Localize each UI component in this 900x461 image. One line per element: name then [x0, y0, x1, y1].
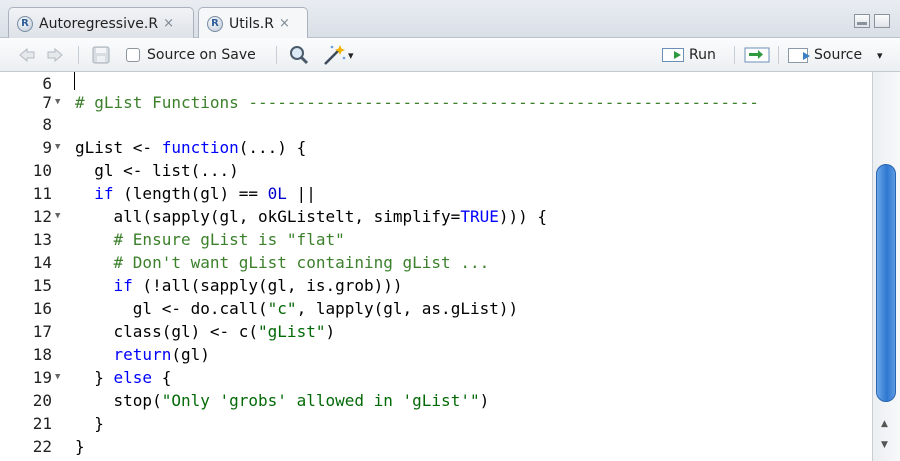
source-file-icon — [788, 47, 810, 63]
code-text: if (length(gl) == 0L || — [94, 184, 316, 203]
line-number: 13 — [32, 230, 52, 249]
code-text: stop("Only 'grobs' allowed in 'gList'") — [75, 391, 490, 410]
code-text: # gList Functions ----------------------… — [75, 93, 759, 112]
save-button[interactable] — [92, 38, 110, 72]
scrollbar-thumb[interactable] — [876, 164, 896, 402]
code-line: 11 if (length(gl) == 0L || — [0, 182, 872, 205]
code-text: # Ensure gList is "flat" — [113, 230, 345, 249]
code-line: 16 gl <- do.call("c", lapply(gl, as.gLis… — [0, 297, 872, 320]
code-text: } — [75, 414, 104, 433]
line-number: 8 — [42, 115, 52, 134]
code-text: return(gl) — [113, 345, 210, 364]
editor-tab-bar: R Autoregressive.R × R Utils.R × — [0, 0, 900, 39]
code-editor[interactable]: 6 7 ▼ # gList Functions ----------------… — [0, 72, 872, 461]
line-number: 9 — [42, 138, 52, 157]
code-line: 14 # Don't want gList containing gList .… — [0, 251, 872, 274]
minimize-pane-icon[interactable] — [854, 14, 870, 28]
code-line: 15 if (!all(sapply(gl, is.grob))) — [0, 274, 872, 297]
code-line: 19 ▼ } else { — [0, 366, 872, 389]
code-line: 13 # Ensure gList is "flat" — [0, 228, 872, 251]
code-tools-button[interactable]: ▾ — [322, 38, 354, 72]
pane-window-controls — [854, 14, 890, 28]
code-text: gList <- function(...) { — [75, 138, 307, 157]
code-text: all(sapply(gl, okGListelt, simplify=TRUE… — [75, 207, 548, 226]
rerun-button[interactable] — [744, 38, 770, 72]
code-text: } else { — [75, 368, 172, 387]
maximize-pane-icon[interactable] — [874, 14, 890, 28]
code-line: 7 ▼ # gList Functions ------------------… — [0, 91, 872, 114]
vertical-scrollbar[interactable]: ▲ ▼ — [872, 72, 900, 461]
line-number: 7 — [42, 93, 52, 112]
back-button[interactable] — [18, 38, 36, 72]
line-number: 18 — [32, 345, 52, 364]
code-text: gl <- do.call("c", lapply(gl, as.gList)) — [75, 299, 519, 318]
code-line: 9 ▼ gList <- function(...) { — [0, 136, 872, 159]
line-number: 12 — [32, 207, 52, 226]
line-number: 19 — [32, 368, 52, 387]
code-text: class(gl) <- c("gList") — [75, 322, 336, 341]
back-arrow-icon — [19, 47, 35, 63]
forward-button[interactable] — [46, 38, 64, 72]
code-line: 20 stop("Only 'grobs' allowed in 'gList'… — [0, 389, 872, 412]
chevron-down-icon: ▾ — [877, 48, 883, 62]
line-number: 20 — [32, 391, 52, 410]
fold-arrow-icon[interactable]: ▼ — [55, 136, 60, 159]
line-number: 14 — [32, 253, 52, 272]
line-number: 10 — [32, 161, 52, 180]
tab-label: Utils.R — [229, 15, 274, 32]
source-on-save-label: Source on Save — [147, 47, 256, 63]
text-cursor — [74, 72, 75, 90]
tab-label: Autoregressive.R — [39, 15, 159, 32]
magnifier-icon — [290, 46, 309, 65]
code-text: } — [75, 437, 85, 456]
code-text: if (!all(sapply(gl, is.grob))) — [113, 276, 403, 295]
run-button[interactable]: Run — [662, 38, 716, 72]
run-arrow-icon — [662, 48, 684, 62]
source-on-save-checkbox[interactable] — [126, 48, 140, 62]
rerun-icon — [744, 47, 770, 63]
run-label: Run — [689, 47, 716, 63]
magic-wand-icon — [324, 45, 346, 65]
r-file-icon: R — [207, 15, 223, 32]
code-line: 21 } — [0, 412, 872, 435]
save-disk-icon — [92, 46, 110, 64]
fold-arrow-icon[interactable]: ▼ — [55, 366, 60, 389]
tab-autoregressive-r[interactable]: R Autoregressive.R × — [8, 7, 194, 39]
code-line: 17 class(gl) <- c("gList") — [0, 320, 872, 343]
editor-toolbar: Source on Save ▾ Run Source ▾ — [0, 38, 900, 72]
fold-arrow-icon[interactable]: ▼ — [55, 205, 60, 228]
chevron-down-icon: ▾ — [348, 48, 354, 62]
find-replace-button[interactable] — [289, 38, 309, 72]
scroll-up-icon[interactable]: ▲ — [881, 419, 888, 429]
code-line: 22 } — [0, 435, 872, 458]
forward-arrow-icon — [47, 47, 63, 63]
line-number: 22 — [32, 437, 52, 456]
code-text: gl <- list(...) — [75, 161, 239, 180]
line-number: 11 — [32, 184, 52, 203]
code-line: 10 gl <- list(...) — [0, 159, 872, 182]
source-label: Source — [814, 47, 863, 63]
source-button[interactable]: Source — [788, 38, 862, 72]
r-file-icon: R — [17, 15, 33, 32]
line-number: 17 — [32, 322, 52, 341]
source-on-save-toggle[interactable]: Source on Save — [126, 38, 256, 72]
close-icon[interactable]: × — [163, 16, 174, 31]
scroll-down-icon[interactable]: ▼ — [881, 440, 888, 450]
line-number: 21 — [32, 414, 52, 433]
close-icon[interactable]: × — [279, 16, 290, 31]
code-text: # Don't want gList containing gList ... — [113, 253, 490, 272]
code-line: 12 ▼ all(sapply(gl, okGListelt, simplify… — [0, 205, 872, 228]
line-number: 16 — [32, 299, 52, 318]
tab-utils-r[interactable]: R Utils.R × — [198, 7, 308, 39]
code-line: 8 — [0, 113, 872, 136]
line-number: 15 — [32, 276, 52, 295]
source-dropdown-button[interactable]: ▾ — [877, 38, 883, 72]
fold-arrow-icon[interactable]: ▼ — [55, 91, 60, 114]
code-line: 18 return(gl) — [0, 343, 872, 366]
